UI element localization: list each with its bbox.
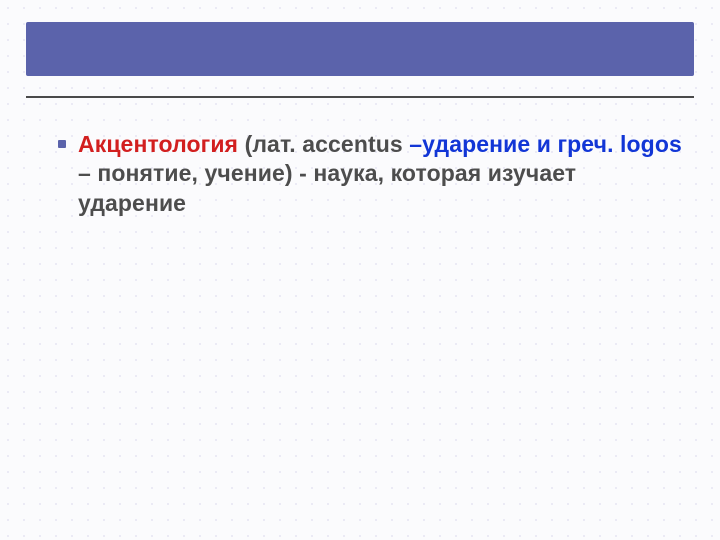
- text-segment-definition: – понятие, учение) - наука, которая изуч…: [78, 160, 576, 215]
- bullet-text: Акцентология (лат. accentus –ударение и …: [78, 130, 686, 218]
- bullet-icon: [58, 140, 66, 148]
- text-segment-latin: (лат. accentus: [245, 131, 410, 157]
- text-segment-etymology: –ударение и греч. logos: [409, 131, 682, 157]
- body-text-area: Акцентология (лат. accentus –ударение и …: [58, 130, 686, 218]
- title-area: [26, 22, 694, 100]
- slide: Акцентология (лат. accentus –ударение и …: [0, 0, 720, 540]
- text-segment-term: Акцентология: [78, 131, 245, 157]
- title-bar: [26, 22, 694, 76]
- list-item: Акцентология (лат. accentus –ударение и …: [58, 130, 686, 218]
- title-underline: [26, 96, 694, 98]
